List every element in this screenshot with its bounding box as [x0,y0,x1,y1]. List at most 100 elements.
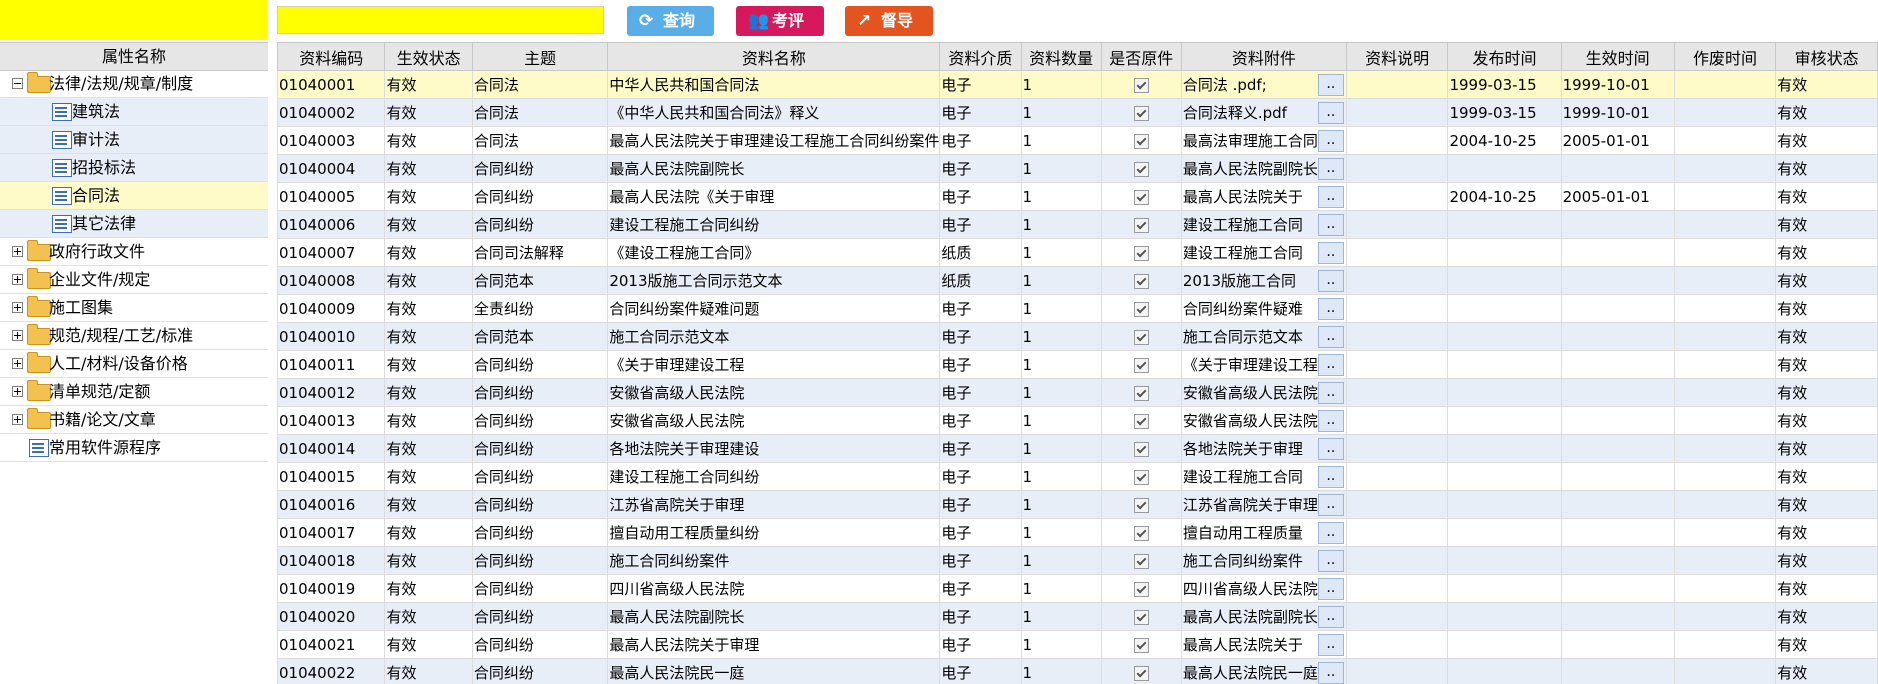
table-row[interactable]: 01040012 有效 合同纠纷 安徽省高级人民法院 电子 1 安徽省高级人民法院.. 有效 [277,378,1878,407]
tree-node[interactable]: 建筑法 [0,98,268,126]
expand-toggle-icon[interactable] [12,246,23,257]
table-row[interactable]: 01040004 有效 合同纠纷 最高人民法院副院长 电子 1 最高人民法院副院长.. 有效 [277,154,1878,183]
column-header[interactable]: 资料数量 [1020,42,1102,71]
attachment-browse-button[interactable]: .. [1317,605,1344,628]
expand-toggle-icon[interactable] [12,386,23,397]
attachment-browse-button[interactable]: .. [1317,269,1344,292]
original-checkbox[interactable] [1134,161,1150,177]
column-header[interactable]: 资料编码 [277,42,386,71]
original-checkbox[interactable] [1134,357,1150,373]
attachment-browse-button[interactable]: .. [1317,521,1344,544]
table-row[interactable]: 01040011 有效 合同纠纷 《关于审理建设工程 电子 1 《关于审理建设工程.. 有效 [277,350,1878,379]
original-checkbox[interactable] [1134,665,1150,681]
query-button[interactable]: ⟳ 查询 [627,6,714,36]
table-row[interactable]: 01040003 有效 合同法 最高人民法院关于审理建设工程施工合同纠纷案件 电子 1 最高… [277,126,1878,155]
tree-node[interactable]: 书籍/论文/文章 [0,406,268,434]
column-header[interactable]: 是否原件 [1100,42,1182,71]
original-checkbox[interactable] [1134,217,1150,233]
original-checkbox[interactable] [1134,581,1150,597]
table-row[interactable]: 01040007 有效 合同司法解释 《建设工程施工合同》 纸质 1 建设工程施工合同.. 有… [277,238,1878,267]
column-header[interactable]: 资料说明 [1345,42,1449,71]
table-row[interactable]: 01040006 有效 合同纠纷 建设工程施工合同纠纷 电子 1 建设工程施工合同.. 有效 [277,210,1878,239]
table-row[interactable]: 01040008 有效 合同范本 2013版施工合同示范文本 纸质 1 2013版施工合同.… [277,266,1878,295]
expand-toggle-icon[interactable] [12,330,23,341]
column-header[interactable]: 作废时间 [1673,42,1777,71]
expand-toggle-icon[interactable] [12,414,23,425]
tree-node[interactable]: 企业文件/规定 [0,266,268,294]
column-header[interactable]: 生效状态 [384,42,473,71]
table-row[interactable]: 01040005 有效 合同纠纷 最高人民法院《关于审理 电子 1 最高人民法院关于.. 20… [277,182,1878,211]
attachment-browse-button[interactable]: .. [1317,129,1344,152]
keyword-search-input[interactable] [277,6,604,34]
column-header[interactable]: 生效时间 [1560,42,1675,71]
table-row[interactable]: 01040022 有效 合同纠纷 最高人民法院民一庭 电子 1 最高人民法院民一庭.. 有效 [277,658,1878,684]
original-checkbox[interactable] [1134,637,1150,653]
column-header[interactable]: 发布时间 [1447,42,1562,71]
attachment-browse-button[interactable]: .. [1317,73,1344,96]
attachment-browse-button[interactable]: .. [1317,157,1344,180]
original-checkbox[interactable] [1134,441,1150,457]
attachment-browse-button[interactable]: .. [1317,101,1344,124]
attachment-browse-button[interactable]: .. [1317,549,1344,572]
attachment-browse-button[interactable]: .. [1317,325,1344,348]
column-header[interactable]: 主题 [471,42,609,71]
tree-node[interactable]: 人工/材料/设备价格 [0,350,268,378]
attachment-browse-button[interactable]: .. [1317,577,1344,600]
attachment-browse-button[interactable]: .. [1317,633,1344,656]
tree-node[interactable]: 政府行政文件 [0,238,268,266]
tree-node[interactable]: 施工图集 [0,294,268,322]
table-row[interactable]: 01040017 有效 合同纠纷 擅自动用工程质量纠纷 电子 1 擅自动用工程质量.. 有效 [277,518,1878,547]
original-checkbox[interactable] [1134,189,1150,205]
original-checkbox[interactable] [1134,273,1150,289]
table-row[interactable]: 01040010 有效 合同范本 施工合同示范文本 电子 1 施工合同示范文本.. 有效 [277,322,1878,351]
original-checkbox[interactable] [1134,497,1150,513]
original-checkbox[interactable] [1134,469,1150,485]
table-row[interactable]: 01040016 有效 合同纠纷 江苏省高院关于审理 电子 1 江苏省高院关于审理.. 有效 [277,490,1878,519]
original-checkbox[interactable] [1134,105,1150,121]
original-checkbox[interactable] [1134,133,1150,149]
tree-node[interactable]: 清单规范/定额 [0,378,268,406]
tree-node[interactable]: 合同法 [0,182,268,210]
attachment-browse-button[interactable]: .. [1317,409,1344,432]
attachment-browse-button[interactable]: .. [1317,661,1344,684]
table-row[interactable]: 01040021 有效 合同纠纷 最高人民法院关于审理 电子 1 最高人民法院关于.. 有效 [277,630,1878,659]
collapse-toggle-icon[interactable] [12,78,23,89]
column-header[interactable]: 资料附件 [1180,42,1347,71]
attachment-browse-button[interactable]: .. [1317,381,1344,404]
attachment-browse-button[interactable]: .. [1317,465,1344,488]
tree-node[interactable]: 招投标法 [0,154,268,182]
table-row[interactable]: 01040018 有效 合同纠纷 施工合同纠纷案件 电子 1 施工合同纠纷案件.. 有效 [277,546,1878,575]
table-row[interactable]: 01040020 有效 合同纠纷 最高人民法院副院长 电子 1 最高人民法院副院长.. 有效 [277,602,1878,631]
table-row[interactable]: 01040015 有效 合同纠纷 建设工程施工合同纠纷 电子 1 建设工程施工合同.. 有效 [277,462,1878,491]
original-checkbox[interactable] [1134,525,1150,541]
tree-search-input[interactable] [0,0,268,40]
attachment-browse-button[interactable]: .. [1317,493,1344,516]
original-checkbox[interactable] [1134,301,1150,317]
table-row[interactable]: 01040001 有效 合同法 中华人民共和国合同法 电子 1 合同法 .pdf;.. 199… [277,70,1878,99]
table-row[interactable]: 01040014 有效 合同纠纷 各地法院关于审理建设 电子 1 各地法院关于审理.. 有效 [277,434,1878,463]
tree-node[interactable]: 常用软件源程序 [0,434,268,462]
column-header[interactable]: 资料介质 [939,42,1022,71]
attachment-browse-button[interactable]: .. [1317,241,1344,264]
expand-toggle-icon[interactable] [12,358,23,369]
tree-node[interactable]: 规范/规程/工艺/标准 [0,322,268,350]
original-checkbox[interactable] [1134,329,1150,345]
original-checkbox[interactable] [1134,413,1150,429]
attachment-browse-button[interactable]: .. [1317,437,1344,460]
attachment-browse-button[interactable]: .. [1317,185,1344,208]
original-checkbox[interactable] [1134,245,1150,261]
column-header[interactable]: 资料名称 [607,42,941,71]
tree-node[interactable]: 审计法 [0,126,268,154]
attachment-browse-button[interactable]: .. [1317,297,1344,320]
tree-node[interactable]: 其它法律 [0,210,268,238]
column-header[interactable]: 审核状态 [1775,42,1878,71]
original-checkbox[interactable] [1134,77,1150,93]
original-checkbox[interactable] [1134,385,1150,401]
original-checkbox[interactable] [1134,609,1150,625]
expand-toggle-icon[interactable] [12,302,23,313]
tree-node[interactable]: 法律/法规/规章/制度 [0,70,268,98]
evaluate-button[interactable]: 👥 考评 [736,6,824,36]
table-row[interactable]: 01040009 有效 全责纠纷 合同纠纷案件疑难问题 电子 1 合同纠纷案件疑难.. 有效 [277,294,1878,323]
table-row[interactable]: 01040019 有效 合同纠纷 四川省高级人民法院 电子 1 四川省高级人民法院.. 有效 [277,574,1878,603]
supervise-button[interactable]: ↗ 督导 [845,6,933,36]
